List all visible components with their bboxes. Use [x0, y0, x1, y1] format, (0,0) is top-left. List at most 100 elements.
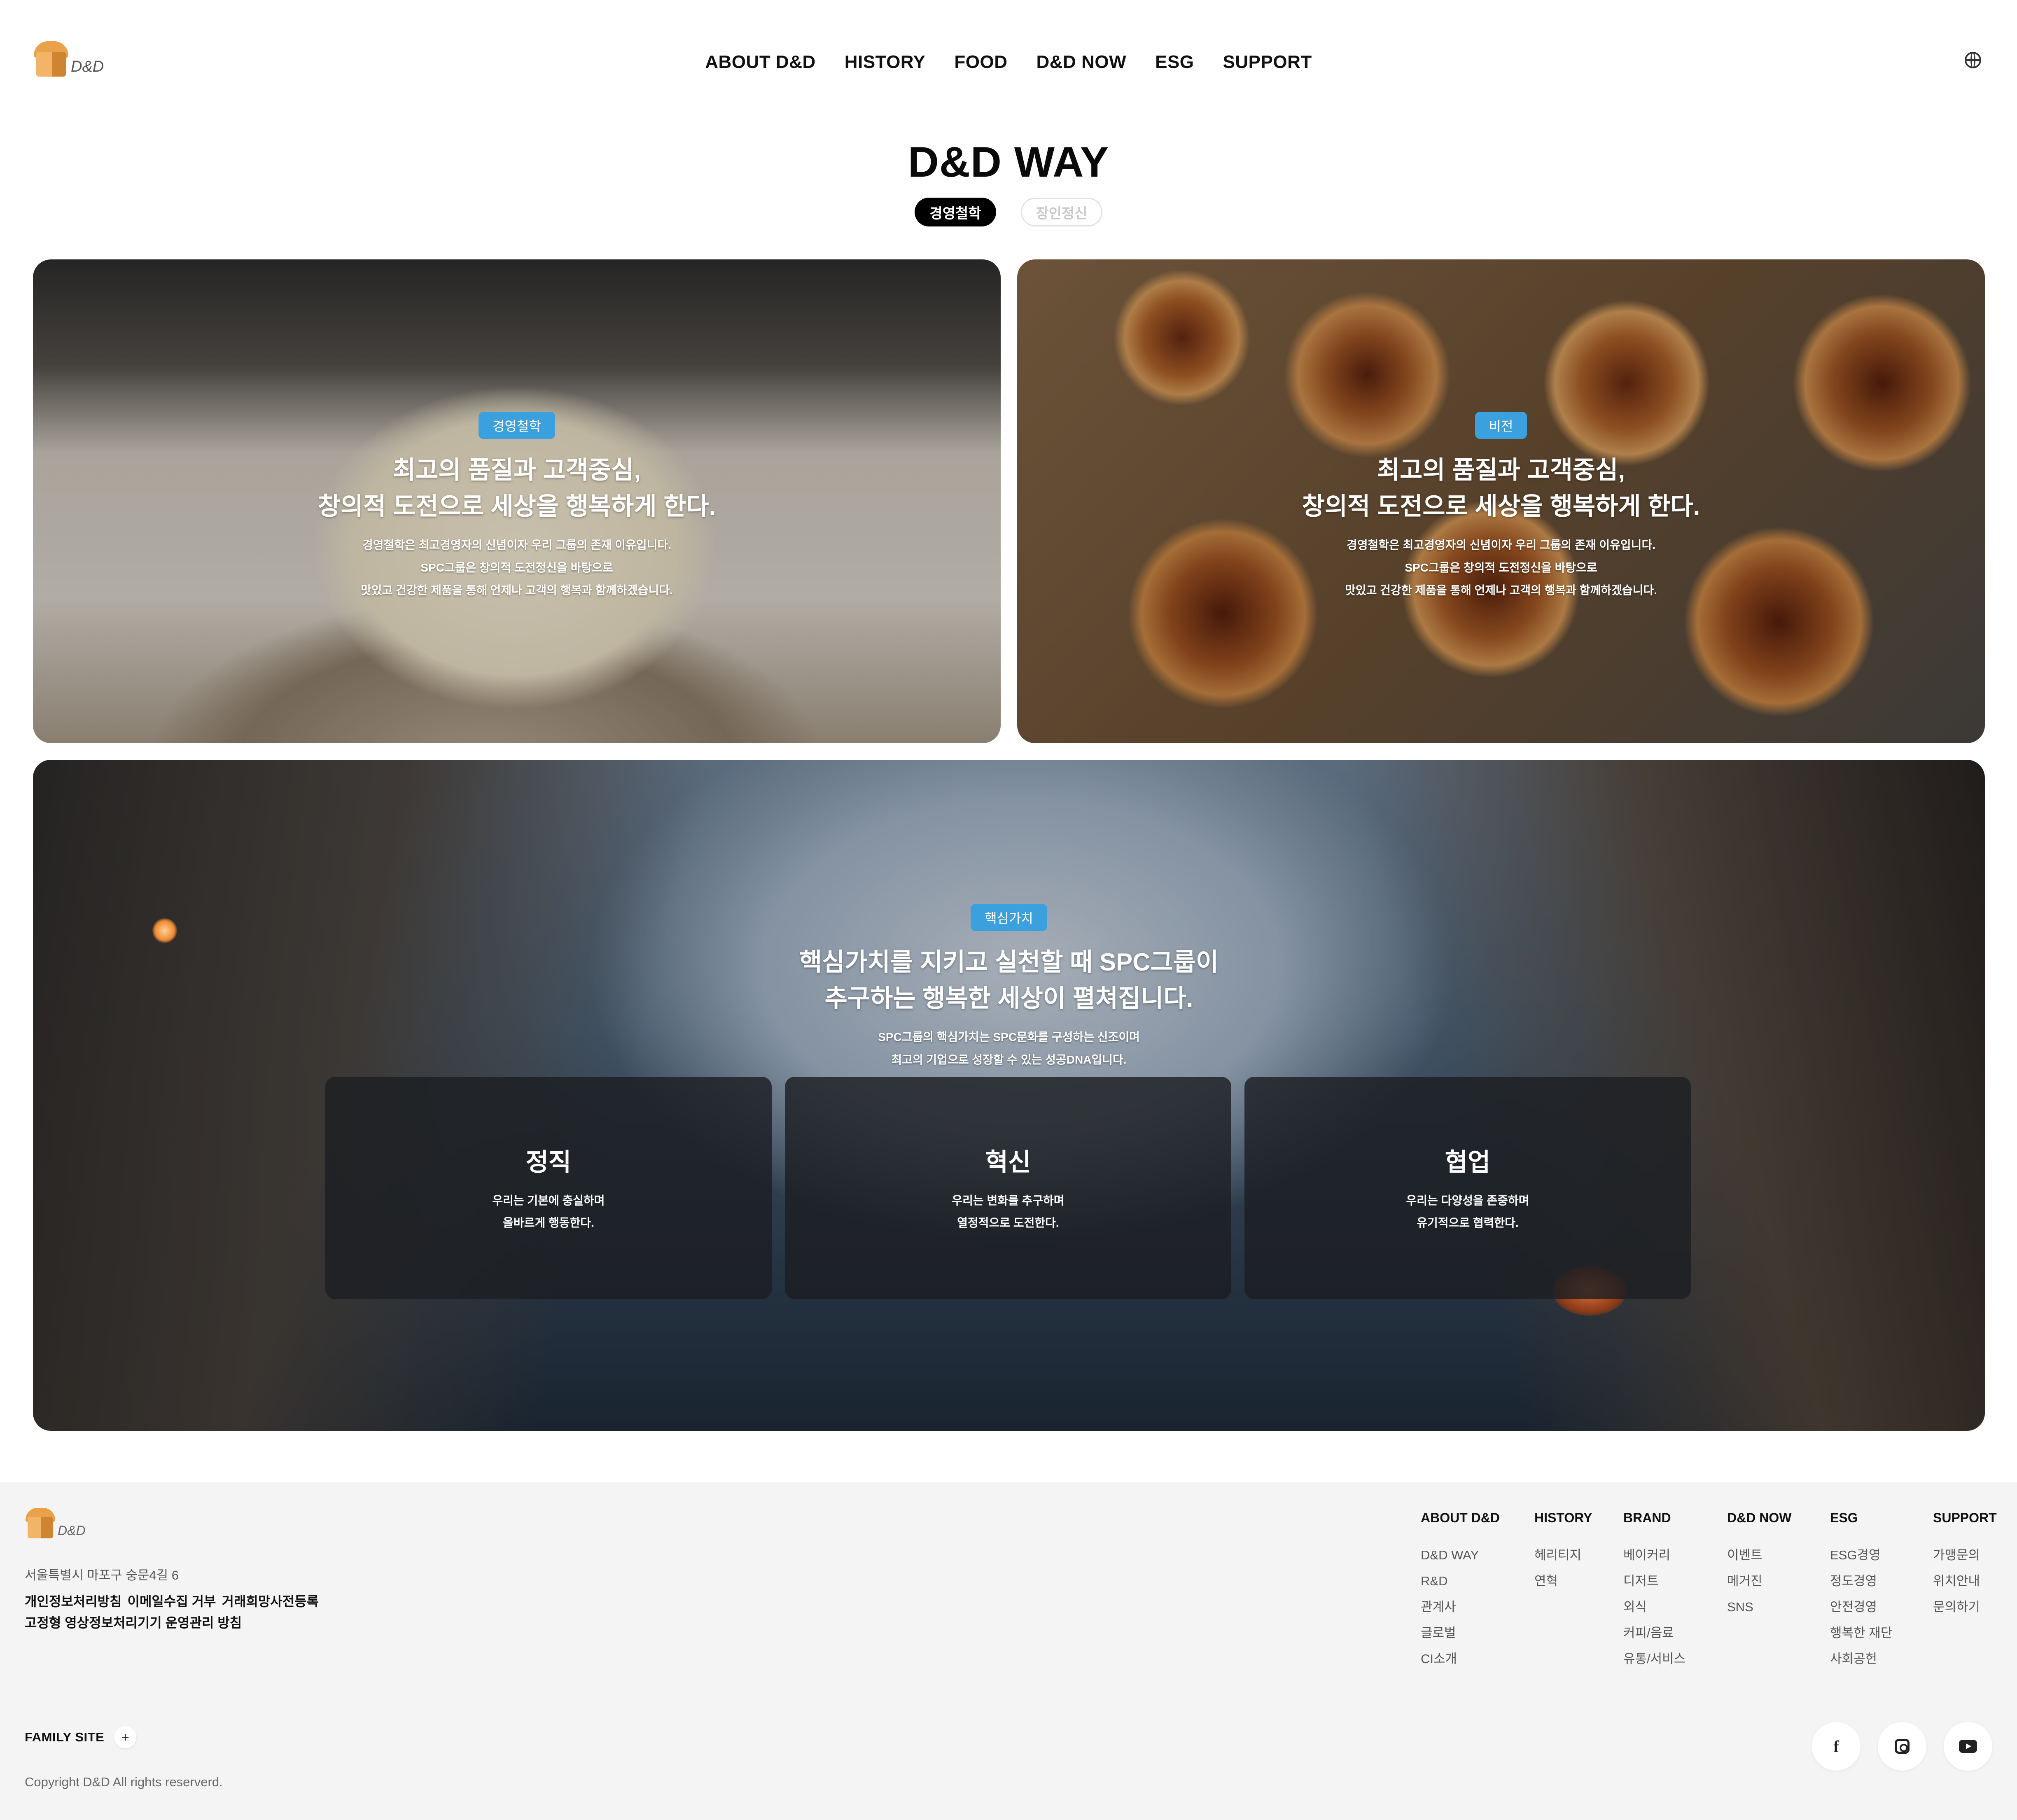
- values-badge: 핵심가치: [971, 904, 1047, 931]
- footer-link[interactable]: 이벤트: [1727, 1542, 1791, 1568]
- trade-registration-link[interactable]: 거래희망사전등록: [222, 1594, 319, 1609]
- email-refusal-link[interactable]: 이메일수집 거부: [128, 1594, 216, 1609]
- values-desc-2: 최고의 기업으로 성장할 수 있는 성공DNA입니다.: [891, 1053, 1127, 1066]
- footer-col-title[interactable]: HISTORY: [1534, 1510, 1592, 1526]
- vision-badge: 비전: [1475, 412, 1527, 439]
- footer-link[interactable]: 연혁: [1534, 1568, 1592, 1594]
- tab-craftsmanship[interactable]: 장인정신: [1021, 198, 1102, 226]
- tab-philosophy[interactable]: 경영철학: [915, 198, 996, 226]
- footer-link[interactable]: SNS: [1727, 1594, 1791, 1620]
- footer-col-support: SUPPORT 가맹문의 위치안내 문의하기: [1933, 1510, 1997, 1620]
- footer-col-title[interactable]: ABOUT D&D: [1421, 1510, 1500, 1526]
- main-nav: ABOUT D&D HISTORY FOOD D&D NOW ESG SUPPO…: [0, 52, 2017, 72]
- values-desc-1: SPC그룹의 핵심가치는 SPC문화를 구성하는 신조이며: [878, 1031, 1140, 1043]
- footer-link[interactable]: 메거진: [1727, 1568, 1791, 1594]
- philosophy-desc-3: 맛있고 건강한 제품을 통해 언제나 고객의 행복과 함께하겠습니다.: [361, 584, 673, 597]
- site-footer: D&D 서울특별시 마포구 숭문4길 6 개인정보처리방침 이메일수집 거부 거래희…: [0, 1482, 2017, 1820]
- value-box-honesty: 정직 우리는 기본에 충실하며 올바르게 행동한다.: [325, 1077, 772, 1299]
- value-desc-line: 우리는 다양성을 존중하며: [1406, 1194, 1529, 1207]
- footer-link[interactable]: 위치안내: [1933, 1568, 1997, 1594]
- footer-link[interactable]: 디저트: [1623, 1568, 1686, 1594]
- footer-link[interactable]: R&D: [1421, 1568, 1500, 1594]
- nav-history[interactable]: HISTORY: [845, 52, 926, 72]
- value-desc-line: 유기적으로 협력한다.: [1417, 1216, 1519, 1229]
- youtube-button[interactable]: [1944, 1722, 1992, 1771]
- facebook-icon: f: [1833, 1737, 1839, 1756]
- vision-desc-3: 맛있고 건강한 제품을 통해 언제나 고객의 행복과 함께하겠습니다.: [1345, 584, 1657, 597]
- philosophy-card: 경영철학 최고의 품질과 고객중심, 창의적 도전으로 세상을 행복하게 한다.…: [33, 259, 1001, 743]
- value-desc-line: 우리는 변화를 추구하며: [952, 1194, 1065, 1207]
- value-title: 협업: [1445, 1148, 1491, 1176]
- footer-col-title[interactable]: ESG: [1830, 1510, 1892, 1526]
- vision-content: 비전 최고의 품질과 고객중심, 창의적 도전으로 세상을 행복하게 한다. 경…: [1017, 412, 1985, 602]
- footer-col-title[interactable]: SUPPORT: [1933, 1510, 1997, 1526]
- footer-link[interactable]: 사회공헌: [1830, 1646, 1892, 1672]
- values-headline-2: 추구하는 행복한 세상이 펼쳐집니다.: [824, 985, 1193, 1012]
- footer-logo[interactable]: D&D: [26, 1508, 86, 1538]
- family-site: FAMILY SITE +: [25, 1726, 137, 1748]
- value-desc-line: 열정적으로 도전한다.: [957, 1216, 1059, 1229]
- nav-esg[interactable]: ESG: [1155, 52, 1194, 72]
- footer-link[interactable]: ESG경영: [1830, 1542, 1892, 1568]
- vision-desc-1: 경영철학은 최고경영자의 신념이자 우리 그룹의 존재 이유입니다.: [1347, 539, 1655, 551]
- footer-link[interactable]: 안전경영: [1830, 1594, 1892, 1620]
- value-boxes: 정직 우리는 기본에 충실하며 올바르게 행동한다. 혁신 우리는 변화를 추구…: [325, 1077, 1691, 1299]
- footer-link[interactable]: CI소개: [1421, 1646, 1500, 1672]
- footer-link[interactable]: 헤리티지: [1534, 1542, 1592, 1568]
- value-title: 정직: [525, 1148, 572, 1176]
- nav-support[interactable]: SUPPORT: [1223, 52, 1312, 72]
- youtube-icon: [1959, 1740, 1977, 1753]
- footer-col-history: HISTORY 헤리티지 연혁: [1534, 1510, 1592, 1594]
- footer-policy-links: 개인정보처리방침 이메일수집 거부 거래희망사전등록 고정형 영상정보처리기기 운영…: [25, 1591, 324, 1633]
- footer-link[interactable]: D&D WAY: [1421, 1542, 1500, 1568]
- vision-headline-1: 최고의 품질과 고객중심,: [1377, 456, 1625, 484]
- page-title: D&D WAY: [908, 138, 1109, 186]
- family-site-label: FAMILY SITE: [25, 1730, 105, 1744]
- footer-link[interactable]: 문의하기: [1933, 1594, 1997, 1620]
- value-box-collaboration: 협업 우리는 다양성을 존중하며 유기적으로 협력한다.: [1244, 1077, 1691, 1299]
- footer-link[interactable]: 유통/서비스: [1623, 1646, 1686, 1672]
- footer-link[interactable]: 행복한 재단: [1830, 1620, 1892, 1646]
- footer-link[interactable]: 글로벌: [1421, 1620, 1500, 1646]
- footer-col-about: ABOUT D&D D&D WAY R&D 관계사 글로벌 CI소개: [1421, 1510, 1500, 1672]
- instagram-button[interactable]: [1878, 1722, 1926, 1771]
- footer-col-brand: BRAND 베이커리 디저트 외식 커피/음료 유통/서비스: [1623, 1510, 1686, 1672]
- core-values-card: 핵심가치 핵심가치를 지키고 실천할 때 SPC그룹이 추구하는 행복한 세상이…: [33, 760, 1985, 1431]
- footer-link[interactable]: 외식: [1623, 1594, 1686, 1620]
- footer-col-now: D&D NOW 이벤트 메거진 SNS: [1727, 1510, 1791, 1620]
- footer-link[interactable]: 가맹문의: [1933, 1542, 1997, 1568]
- value-desc-line: 우리는 기본에 충실하며: [492, 1194, 605, 1207]
- cctv-policy-link[interactable]: 고정형 영상정보처리기기 운영관리 방침: [25, 1615, 242, 1630]
- family-site-toggle[interactable]: +: [114, 1726, 137, 1748]
- philosophy-content: 경영철학 최고의 품질과 고객중심, 창의적 도전으로 세상을 행복하게 한다.…: [33, 412, 1001, 602]
- values-content: 핵심가치 핵심가치를 지키고 실천할 때 SPC그룹이 추구하는 행복한 세상이…: [33, 904, 1985, 1071]
- vision-card: 비전 최고의 품질과 고객중심, 창의적 도전으로 세상을 행복하게 한다. 경…: [1017, 259, 1985, 743]
- philosophy-headline-1: 최고의 품질과 고객중심,: [392, 456, 641, 484]
- sns-links: f: [1812, 1722, 1992, 1771]
- footer-link[interactable]: 베이커리: [1623, 1542, 1686, 1568]
- philosophy-badge: 경영철학: [479, 412, 555, 439]
- value-box-innovation: 혁신 우리는 변화를 추구하며 열정적으로 도전한다.: [785, 1077, 1231, 1299]
- footer-col-title[interactable]: BRAND: [1623, 1510, 1686, 1526]
- site-header: D&D ABOUT D&D HISTORY FOOD D&D NOW ESG S…: [0, 0, 2017, 124]
- footer-link[interactable]: 정도경영: [1830, 1568, 1892, 1594]
- philosophy-desc-2: SPC그룹은 창의적 도전정신을 바탕으로: [420, 561, 613, 574]
- footer-link[interactable]: 관계사: [1421, 1594, 1500, 1620]
- values-headline-1: 핵심가치를 지키고 실천할 때 SPC그룹이: [799, 948, 1219, 976]
- logo-text: D&D: [58, 1523, 86, 1538]
- title-tabs: 경영철학 장인정신: [0, 198, 2017, 226]
- vision-headline-2: 창의적 도전으로 세상을 행복하게 한다.: [1302, 492, 1700, 520]
- nav-now[interactable]: D&D NOW: [1037, 52, 1127, 72]
- nav-about[interactable]: ABOUT D&D: [705, 52, 815, 72]
- footer-link[interactable]: 커피/음료: [1623, 1620, 1686, 1646]
- facebook-button[interactable]: f: [1812, 1722, 1861, 1771]
- nav-food[interactable]: FOOD: [954, 52, 1007, 72]
- footer-col-title[interactable]: D&D NOW: [1727, 1510, 1791, 1526]
- footer-col-esg: ESG ESG경영 정도경영 안전경영 행복한 재단 사회공헌: [1830, 1510, 1892, 1672]
- copyright: Copyright D&D All rights reserverd.: [25, 1775, 223, 1789]
- bread-logo-icon: [26, 1508, 55, 1538]
- privacy-policy-link[interactable]: 개인정보처리방침: [25, 1594, 122, 1609]
- globe-icon[interactable]: [1965, 52, 1981, 68]
- philosophy-headline-2: 창의적 도전으로 세상을 행복하게 한다.: [317, 492, 716, 520]
- value-title: 혁신: [985, 1148, 1031, 1176]
